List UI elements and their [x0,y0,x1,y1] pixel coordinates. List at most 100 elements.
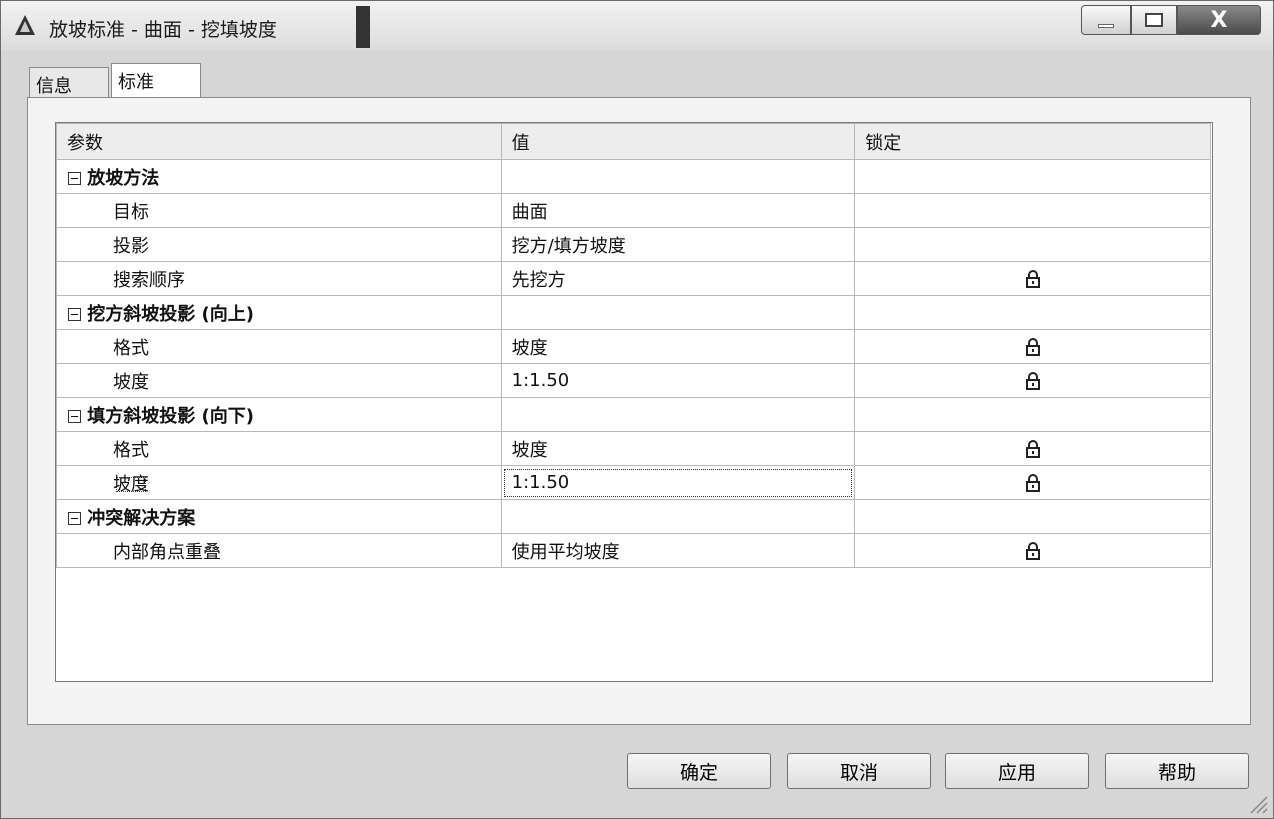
parameter-cell[interactable]: 搜索顺序 [56,261,502,296]
cancel-button[interactable]: 取消 [787,753,931,789]
value-cell[interactable]: 1:1.50 [500,363,856,398]
parameter-label: 内部角点重叠 [113,541,221,563]
ok-button[interactable]: 确定 [627,753,771,789]
parameter-cell[interactable]: 投影 [56,227,502,262]
value-cell[interactable]: 曲面 [500,193,856,228]
minimize-icon [1098,24,1114,28]
table-row[interactable]: 搜索顺序 先挖方 [56,261,1211,296]
table-row[interactable]: 坡度 1:1.50 [56,465,1211,500]
tab-standard[interactable]: 标准 [111,63,201,99]
parameter-label: 坡度 [113,473,149,495]
lock-cell[interactable] [854,193,1211,228]
table-row[interactable]: 格式 坡度 [56,431,1211,466]
parameter-cell[interactable]: 格式 [56,431,502,466]
parameter-cell[interactable]: 挖方斜坡投影 (向上) [56,295,502,330]
parameter-label: 坡度 [113,371,149,393]
value-text: 先挖方 [511,269,566,291]
value-text: 使用平均坡度 [511,541,620,563]
collapse-icon[interactable] [68,308,81,321]
table-row[interactable]: 投影 挖方/填方坡度 [56,227,1211,262]
group-row[interactable]: 填方斜坡投影 (向下) [56,397,1211,432]
lock-cell[interactable] [854,499,1211,534]
title-bar[interactable]: 放坡标准 - 曲面 - 挖填坡度 X [1,1,1273,51]
value-cell[interactable]: 1:1.50 [500,465,856,500]
parameter-cell[interactable]: 坡度 [56,363,502,398]
table-row[interactable]: 内部角点重叠 使用平均坡度 [56,533,1211,568]
lock-cell[interactable] [854,533,1211,568]
parameter-cell[interactable]: 坡度 [56,465,502,500]
table-row[interactable]: 坡度 1:1.50 [56,363,1211,398]
lock-cell[interactable] [854,295,1211,330]
parameter-grid: 参数 值 锁定 放坡方法目标 曲面投影 挖方/填方坡度搜索顺序 先挖方 挖方斜坡投影 … [55,122,1213,682]
value-text: 曲面 [511,201,548,223]
value-text: 坡度 [511,439,548,461]
parameter-label: 格式 [113,439,149,461]
parameter-cell[interactable]: 内部角点重叠 [56,533,502,568]
minimize-button[interactable] [1081,5,1131,35]
parameter-label: 放坡方法 [87,167,160,189]
tab-info[interactable]: 信息 [29,67,109,97]
column-header-value[interactable]: 值 [500,123,856,160]
table-row[interactable]: 目标 曲面 [56,193,1211,228]
group-row[interactable]: 挖方斜坡投影 (向上) [56,295,1211,330]
column-header-parameter[interactable]: 参数 [56,123,502,160]
apply-button[interactable]: 应用 [945,753,1089,789]
lock-cell[interactable] [854,465,1211,500]
parameter-cell[interactable]: 放坡方法 [56,159,502,194]
parameter-table: 参数 值 锁定 放坡方法目标 曲面投影 挖方/填方坡度搜索顺序 先挖方 挖方斜坡投影 … [56,123,1211,568]
parameter-cell[interactable]: 填方斜坡投影 (向下) [56,397,502,432]
resize-grip-icon[interactable] [1245,791,1269,815]
parameter-cell[interactable]: 冲突解决方案 [56,499,502,534]
parameter-label: 挖方斜坡投影 (向上) [87,303,255,325]
close-button[interactable]: X [1177,5,1261,35]
lock-cell[interactable] [854,261,1211,296]
close-icon: X [1210,7,1228,33]
value-text: 坡度 [511,337,548,359]
lock-icon[interactable] [1024,268,1042,289]
parameter-label: 冲突解决方案 [87,507,196,529]
value-cell[interactable] [500,397,856,432]
maximize-button[interactable] [1131,5,1177,35]
value-text: 1:1.50 [511,370,570,391]
lock-cell[interactable] [854,159,1211,194]
table-row[interactable]: 格式 坡度 [56,329,1211,364]
lock-icon[interactable] [1024,370,1042,391]
value-cell[interactable]: 坡度 [500,431,856,466]
value-cell[interactable] [500,499,856,534]
value-cell[interactable] [500,159,856,194]
lock-cell[interactable] [854,329,1211,364]
value-text: 1:1.50 [511,472,570,493]
collapse-icon[interactable] [68,172,81,185]
lock-cell[interactable] [854,363,1211,398]
lock-icon[interactable] [1024,540,1042,561]
maximize-icon [1145,13,1163,27]
lock-cell[interactable] [854,397,1211,432]
value-text: 挖方/填方坡度 [511,235,626,257]
collapse-icon[interactable] [68,410,81,423]
parameter-label: 目标 [113,201,149,223]
value-cell[interactable]: 挖方/填方坡度 [500,227,856,262]
parameter-label: 投影 [113,235,149,257]
parameter-cell[interactable]: 格式 [56,329,502,364]
title-decoration [356,6,370,48]
parameter-label: 格式 [113,337,149,359]
lock-icon[interactable] [1024,438,1042,459]
lock-cell[interactable] [854,431,1211,466]
value-cell[interactable]: 先挖方 [500,261,856,296]
collapse-icon[interactable] [68,512,81,525]
parameter-cell[interactable]: 目标 [56,193,502,228]
grid-header-row: 参数 值 锁定 [56,123,1211,160]
parameter-label: 搜索顺序 [113,269,185,291]
value-cell[interactable] [500,295,856,330]
lock-icon[interactable] [1024,472,1042,493]
window-title: 放坡标准 - 曲面 - 挖填坡度 [49,19,277,41]
group-row[interactable]: 冲突解决方案 [56,499,1211,534]
column-header-lock[interactable]: 锁定 [854,123,1211,160]
dialog-window: 放坡标准 - 曲面 - 挖填坡度 X 信息 标准 参数 值 锁定 放坡方法 目标… [0,0,1274,819]
lock-cell[interactable] [854,227,1211,262]
value-cell[interactable]: 使用平均坡度 [500,533,856,568]
group-row[interactable]: 放坡方法 [56,159,1211,194]
help-button[interactable]: 帮助 [1105,753,1249,789]
value-cell[interactable]: 坡度 [500,329,856,364]
lock-icon[interactable] [1024,336,1042,357]
